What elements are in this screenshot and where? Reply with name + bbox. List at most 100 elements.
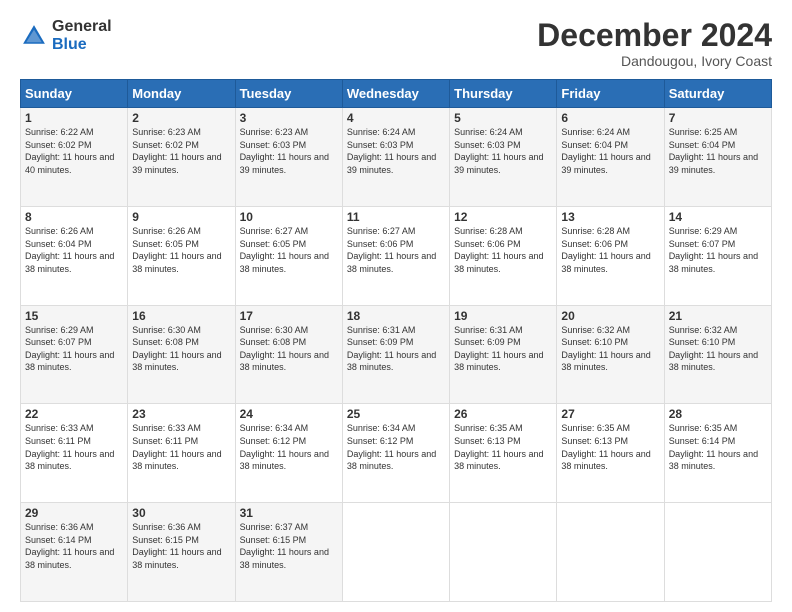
calendar-row: 29 Sunrise: 6:36 AMSunset: 6:14 PMDayligh… [21, 503, 772, 602]
table-row: 13 Sunrise: 6:28 AMSunset: 6:06 PMDayligh… [557, 206, 664, 305]
day-number: 31 [240, 506, 338, 520]
logo-text: General Blue [52, 18, 112, 53]
table-row [342, 503, 449, 602]
table-row: 7Sunrise: 6:25 AMSunset: 6:04 PMDaylight… [664, 108, 771, 207]
day-info: Sunrise: 6:33 AMSunset: 6:11 PMDaylight:… [132, 423, 221, 471]
table-row: 2 Sunrise: 6:23 AMSunset: 6:02 PMDaylight… [128, 108, 235, 207]
table-row: 23 Sunrise: 6:33 AMSunset: 6:11 PMDayligh… [128, 404, 235, 503]
day-info: Sunrise: 6:29 AMSunset: 6:07 PMDaylight:… [25, 325, 114, 373]
table-row [450, 503, 557, 602]
subtitle: Dandougou, Ivory Coast [537, 53, 772, 69]
calendar-row: 1 Sunrise: 6:22 AMSunset: 6:02 PMDaylight… [21, 108, 772, 207]
day-info: Sunrise: 6:35 AMSunset: 6:14 PMDaylight:… [669, 423, 758, 471]
table-row: 28 Sunrise: 6:35 AMSunset: 6:14 PMDayligh… [664, 404, 771, 503]
day-info: Sunrise: 6:23 AMSunset: 6:02 PMDaylight:… [132, 127, 221, 175]
day-info: Sunrise: 6:32 AMSunset: 6:10 PMDaylight:… [561, 325, 650, 373]
day-number: 14 [669, 210, 767, 224]
day-number: 13 [561, 210, 659, 224]
day-info: Sunrise: 6:26 AMSunset: 6:04 PMDaylight:… [25, 226, 114, 274]
col-thursday: Thursday [450, 80, 557, 108]
table-row: 20 Sunrise: 6:32 AMSunset: 6:10 PMDayligh… [557, 305, 664, 404]
table-row: 4Sunrise: 6:24 AMSunset: 6:03 PMDaylight… [342, 108, 449, 207]
table-row: 3 Sunrise: 6:23 AMSunset: 6:03 PMDaylight… [235, 108, 342, 207]
table-row [557, 503, 664, 602]
title-section: December 2024 Dandougou, Ivory Coast [537, 18, 772, 69]
day-info: Sunrise: 6:27 AMSunset: 6:06 PMDaylight:… [347, 226, 436, 274]
day-number: 3 [240, 111, 338, 125]
table-row: 8 Sunrise: 6:26 AMSunset: 6:04 PMDaylight… [21, 206, 128, 305]
day-number: 24 [240, 407, 338, 421]
table-row: 22 Sunrise: 6:33 AMSunset: 6:11 PMDayligh… [21, 404, 128, 503]
day-info: Sunrise: 6:27 AMSunset: 6:05 PMDaylight:… [240, 226, 329, 274]
table-row: 15 Sunrise: 6:29 AMSunset: 6:07 PMDayligh… [21, 305, 128, 404]
day-number: 17 [240, 309, 338, 323]
day-info: Sunrise: 6:24 AMSunset: 6:04 PMDaylight:… [561, 127, 650, 175]
day-info: Sunrise: 6:30 AMSunset: 6:08 PMDaylight:… [132, 325, 221, 373]
table-row: 21 Sunrise: 6:32 AMSunset: 6:10 PMDayligh… [664, 305, 771, 404]
day-number: 7 [669, 111, 767, 125]
logo-general: General [52, 18, 112, 36]
calendar-row: 8 Sunrise: 6:26 AMSunset: 6:04 PMDaylight… [21, 206, 772, 305]
day-number: 2 [132, 111, 230, 125]
day-info: Sunrise: 6:34 AMSunset: 6:12 PMDaylight:… [347, 423, 436, 471]
logo-blue: Blue [52, 36, 112, 54]
calendar-header-row: Sunday Monday Tuesday Wednesday Thursday… [21, 80, 772, 108]
day-number: 8 [25, 210, 123, 224]
table-row: 14 Sunrise: 6:29 AMSunset: 6:07 PMDayligh… [664, 206, 771, 305]
table-row: 25 Sunrise: 6:34 AMSunset: 6:12 PMDayligh… [342, 404, 449, 503]
day-info: Sunrise: 6:24 AMSunset: 6:03 PMDaylight:… [454, 127, 543, 175]
day-info: Sunrise: 6:31 AMSunset: 6:09 PMDaylight:… [454, 325, 543, 373]
col-friday: Friday [557, 80, 664, 108]
day-number: 9 [132, 210, 230, 224]
day-number: 29 [25, 506, 123, 520]
day-number: 11 [347, 210, 445, 224]
col-sunday: Sunday [21, 80, 128, 108]
day-number: 16 [132, 309, 230, 323]
day-info: Sunrise: 6:23 AMSunset: 6:03 PMDaylight:… [240, 127, 329, 175]
col-tuesday: Tuesday [235, 80, 342, 108]
table-row: 6Sunrise: 6:24 AMSunset: 6:04 PMDaylight… [557, 108, 664, 207]
calendar-row: 22 Sunrise: 6:33 AMSunset: 6:11 PMDayligh… [21, 404, 772, 503]
day-number: 23 [132, 407, 230, 421]
day-number: 20 [561, 309, 659, 323]
day-info: Sunrise: 6:36 AMSunset: 6:15 PMDaylight:… [132, 522, 221, 570]
table-row: 31 Sunrise: 6:37 AMSunset: 6:15 PMDayligh… [235, 503, 342, 602]
day-info: Sunrise: 6:28 AMSunset: 6:06 PMDaylight:… [454, 226, 543, 274]
day-number: 19 [454, 309, 552, 323]
day-number: 28 [669, 407, 767, 421]
header: General Blue December 2024 Dandougou, Iv… [20, 18, 772, 69]
table-row: 9 Sunrise: 6:26 AMSunset: 6:05 PMDaylight… [128, 206, 235, 305]
calendar-row: 15 Sunrise: 6:29 AMSunset: 6:07 PMDayligh… [21, 305, 772, 404]
day-number: 12 [454, 210, 552, 224]
day-info: Sunrise: 6:24 AMSunset: 6:03 PMDaylight:… [347, 127, 436, 175]
table-row: 19 Sunrise: 6:31 AMSunset: 6:09 PMDayligh… [450, 305, 557, 404]
day-info: Sunrise: 6:28 AMSunset: 6:06 PMDaylight:… [561, 226, 650, 274]
table-row [664, 503, 771, 602]
day-number: 10 [240, 210, 338, 224]
day-number: 26 [454, 407, 552, 421]
day-info: Sunrise: 6:37 AMSunset: 6:15 PMDaylight:… [240, 522, 329, 570]
day-number: 18 [347, 309, 445, 323]
day-info: Sunrise: 6:30 AMSunset: 6:08 PMDaylight:… [240, 325, 329, 373]
table-row: 1 Sunrise: 6:22 AMSunset: 6:02 PMDaylight… [21, 108, 128, 207]
logo: General Blue [20, 18, 112, 53]
table-row: 27Sunrise: 6:35 AMSunset: 6:13 PMDayligh… [557, 404, 664, 503]
col-monday: Monday [128, 80, 235, 108]
table-row: 29 Sunrise: 6:36 AMSunset: 6:14 PMDayligh… [21, 503, 128, 602]
table-row: 30Sunrise: 6:36 AMSunset: 6:15 PMDayligh… [128, 503, 235, 602]
day-info: Sunrise: 6:33 AMSunset: 6:11 PMDaylight:… [25, 423, 114, 471]
logo-icon [20, 22, 48, 50]
day-number: 22 [25, 407, 123, 421]
day-number: 21 [669, 309, 767, 323]
day-info: Sunrise: 6:26 AMSunset: 6:05 PMDaylight:… [132, 226, 221, 274]
day-info: Sunrise: 6:22 AMSunset: 6:02 PMDaylight:… [25, 127, 114, 175]
day-info: Sunrise: 6:35 AMSunset: 6:13 PMDaylight:… [561, 423, 650, 471]
day-info: Sunrise: 6:32 AMSunset: 6:10 PMDaylight:… [669, 325, 758, 373]
table-row: 10 Sunrise: 6:27 AMSunset: 6:05 PMDayligh… [235, 206, 342, 305]
day-number: 15 [25, 309, 123, 323]
day-info: Sunrise: 6:29 AMSunset: 6:07 PMDaylight:… [669, 226, 758, 274]
day-number: 1 [25, 111, 123, 125]
day-info: Sunrise: 6:36 AMSunset: 6:14 PMDaylight:… [25, 522, 114, 570]
day-number: 25 [347, 407, 445, 421]
main-title: December 2024 [537, 18, 772, 53]
